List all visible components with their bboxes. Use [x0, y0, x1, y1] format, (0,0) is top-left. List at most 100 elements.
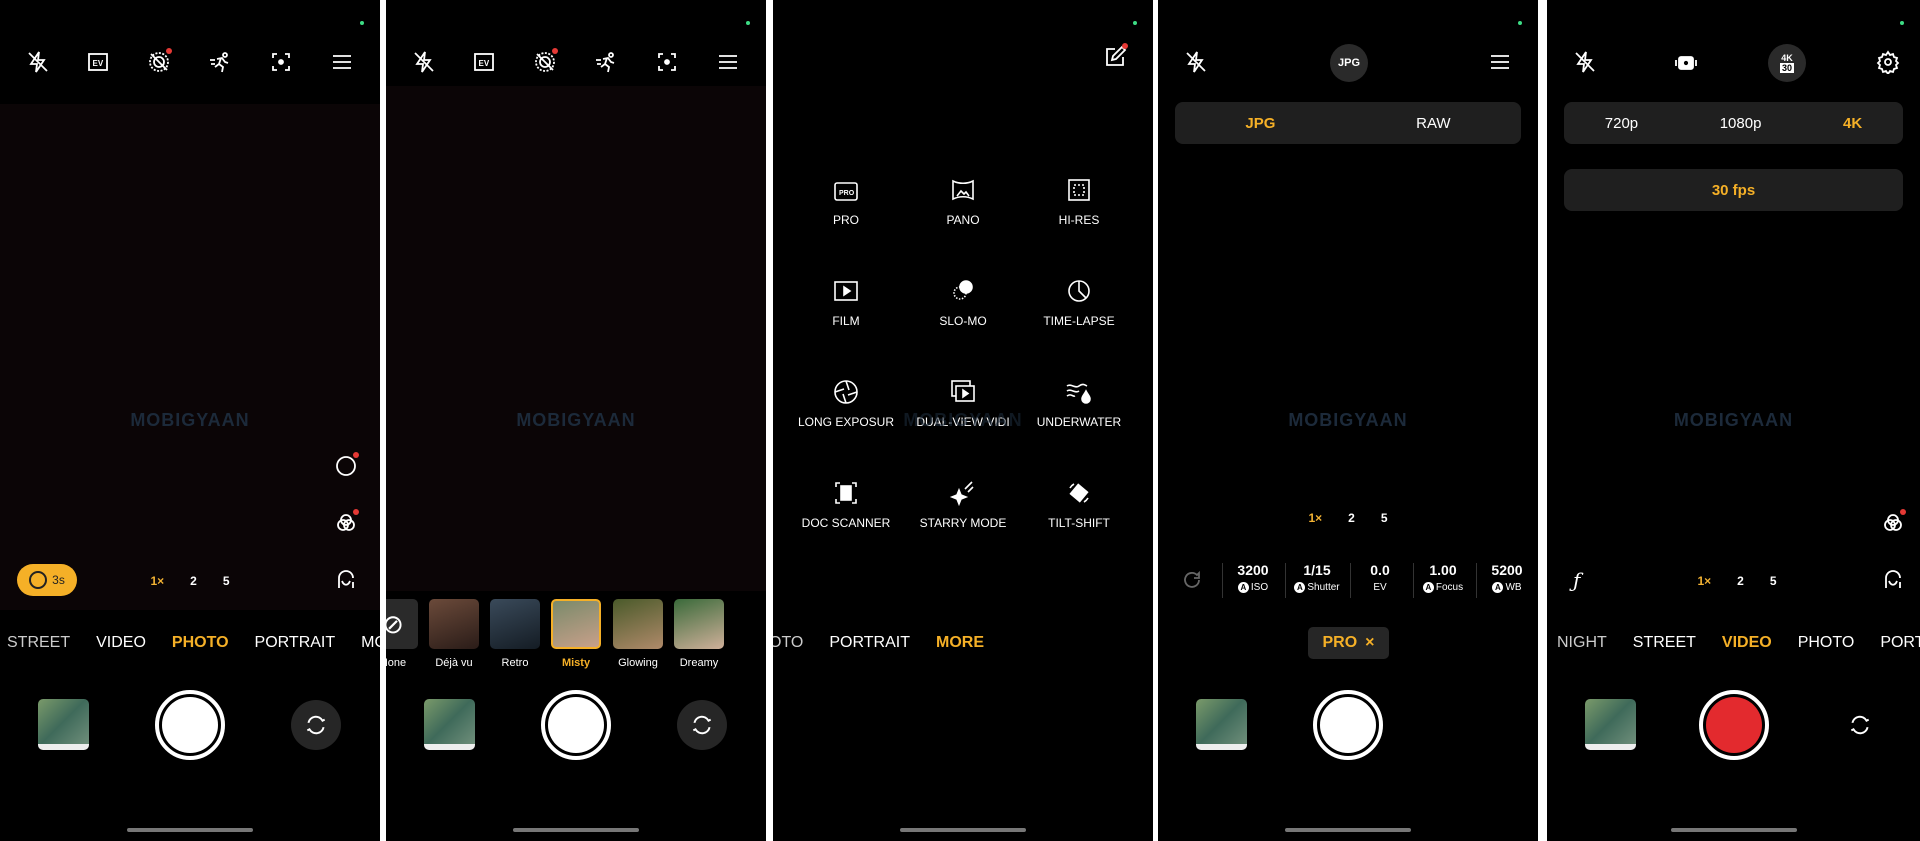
param-focus[interactable]: 1.00 A Focus — [1413, 562, 1473, 593]
gallery-thumbnail[interactable] — [38, 699, 89, 750]
flash-off-icon[interactable] — [1571, 48, 1599, 76]
zoom-2x[interactable]: 2 — [1348, 511, 1355, 525]
resolution-selector[interactable]: 720p 1080p 4K — [1564, 102, 1903, 144]
live-photo-off-icon[interactable] — [531, 48, 559, 76]
zoom-1x[interactable]: 1× — [1697, 574, 1711, 588]
motion-icon[interactable] — [206, 48, 234, 76]
filter-glowing[interactable]: Glowing — [613, 599, 663, 669]
mode-starry[interactable]: STARRY MODE — [903, 478, 1023, 530]
mode-pano[interactable]: PANO — [903, 175, 1023, 227]
filter-misty[interactable]: Misty — [551, 599, 601, 669]
switch-camera-button[interactable] — [291, 700, 341, 750]
home-indicator[interactable] — [900, 828, 1026, 832]
ev-icon[interactable]: EV — [84, 48, 112, 76]
flash-off-icon[interactable] — [24, 48, 52, 76]
filter-dreamy[interactable]: Dreamy — [674, 599, 724, 669]
home-indicator[interactable] — [1670, 828, 1797, 832]
live-photo-off-icon[interactable] — [145, 48, 173, 76]
filter-deja-vu[interactable]: Déjà vu — [429, 599, 479, 669]
reset-icon[interactable] — [1178, 566, 1206, 594]
flash-off-icon[interactable] — [410, 48, 438, 76]
zoom-1x[interactable]: 1× — [150, 574, 164, 588]
focus-frame-icon[interactable] — [653, 48, 681, 76]
gallery-thumbnail[interactable] — [1585, 699, 1636, 750]
format-selector[interactable]: JPG RAW — [1175, 102, 1521, 144]
shutter-button[interactable] — [541, 690, 611, 760]
filter-retro[interactable]: Retro — [490, 599, 540, 669]
zoom-1x[interactable]: 1× — [1308, 511, 1322, 525]
mode-more[interactable]: MORE — [361, 634, 380, 652]
mode-selector[interactable]: OTO PORTRAIT MORE — [773, 634, 984, 652]
mode-portrait[interactable]: PORTRAIT — [829, 634, 910, 652]
mode-photo[interactable]: OTO — [773, 634, 803, 652]
switch-camera-button[interactable] — [1835, 700, 1885, 750]
param-shutter[interactable]: 1/15 A Shutter — [1287, 562, 1347, 593]
shutter-button[interactable] — [155, 690, 225, 760]
mode-portrait[interactable]: PORTRA — [1880, 634, 1920, 652]
mode-video[interactable]: VIDEO — [1722, 634, 1772, 652]
mode-photo[interactable]: PHOTO — [1798, 634, 1855, 652]
mode-video[interactable]: VIDEO — [96, 634, 146, 652]
mode-pro[interactable]: PRO PRO — [786, 175, 906, 227]
video-quality-button[interactable]: 4K 30 — [1768, 44, 1806, 82]
menu-icon[interactable] — [714, 48, 742, 76]
portrait-retouch-icon[interactable] — [332, 566, 360, 594]
fps-selector[interactable]: 30 fps — [1564, 169, 1903, 211]
home-indicator[interactable] — [1285, 828, 1411, 832]
switch-camera-button[interactable] — [677, 700, 727, 750]
mode-selector[interactable]: STREET VIDEO PHOTO PORTRAIT MORE — [7, 634, 380, 652]
flash-off-icon[interactable] — [1182, 48, 1210, 76]
fps-option[interactable]: 30 fps — [1712, 182, 1755, 199]
zoom-2x[interactable]: 2 — [1737, 574, 1744, 588]
resolution-1080p[interactable]: 1080p — [1720, 115, 1762, 132]
gallery-thumbnail[interactable] — [424, 699, 475, 750]
zoom-2x[interactable]: 2 — [190, 574, 197, 588]
format-jpg[interactable]: JPG — [1245, 115, 1275, 132]
settings-gear-icon[interactable] — [1874, 48, 1902, 76]
mode-selector[interactable]: NIGHT STREET VIDEO PHOTO PORTRA — [1557, 634, 1920, 652]
menu-icon[interactable] — [1486, 48, 1514, 76]
ev-icon[interactable]: EV — [470, 48, 498, 76]
filter-icon[interactable] — [1879, 509, 1907, 537]
viewfinder[interactable] — [0, 104, 380, 610]
motion-icon[interactable] — [592, 48, 620, 76]
param-iso[interactable]: 3200 A ISO — [1223, 562, 1283, 593]
night-timer-button[interactable]: 3s — [17, 564, 77, 596]
mode-slo-mo[interactable]: SLO-MO — [903, 276, 1023, 328]
pro-mode-chip[interactable]: PRO × — [1308, 627, 1389, 659]
mode-hi-res[interactable]: HI-RES — [1019, 175, 1139, 227]
mode-photo[interactable]: PHOTO — [172, 634, 229, 652]
zoom-5x[interactable]: 5 — [1381, 511, 1388, 525]
viewfinder[interactable] — [386, 86, 766, 591]
mode-film[interactable]: FILM — [786, 276, 906, 328]
filter-icon[interactable] — [332, 509, 360, 537]
mode-street[interactable]: STREET — [1633, 634, 1696, 652]
mode-time-lapse[interactable]: TIME-LAPSE — [1019, 276, 1139, 328]
close-icon[interactable]: × — [1365, 634, 1374, 652]
stabilization-icon[interactable] — [1672, 48, 1700, 76]
zoom-5x[interactable]: 5 — [1770, 574, 1777, 588]
format-badge-button[interactable]: JPG — [1330, 44, 1368, 82]
param-wb[interactable]: 5200 A WB — [1477, 562, 1537, 593]
home-indicator[interactable] — [127, 828, 253, 832]
mode-portrait[interactable]: PORTRAIT — [255, 634, 336, 652]
gallery-thumbnail[interactable] — [1196, 699, 1247, 750]
menu-icon[interactable] — [328, 48, 356, 76]
shutter-button[interactable] — [1313, 690, 1383, 760]
mode-street[interactable]: STREET — [7, 634, 70, 652]
record-button[interactable] — [1698, 690, 1769, 760]
mode-more[interactable]: MORE — [936, 634, 984, 652]
focus-frame-icon[interactable] — [267, 48, 295, 76]
log-icon[interactable]: ƒ — [1573, 568, 1580, 592]
zoom-5x[interactable]: 5 — [223, 574, 230, 588]
resolution-720p[interactable]: 720p — [1605, 115, 1638, 132]
filter-none[interactable]: ⊘None — [386, 599, 418, 669]
format-raw[interactable]: RAW — [1416, 115, 1450, 132]
mode-tilt-shift[interactable]: TILT-SHIFT — [1019, 478, 1139, 530]
home-indicator[interactable] — [513, 828, 639, 832]
portrait-retouch-icon[interactable] — [1879, 566, 1907, 594]
mode-doc-scanner[interactable]: DOC SCANNER — [786, 478, 906, 530]
resolution-4k[interactable]: 4K — [1843, 115, 1862, 132]
edit-icon[interactable] — [1101, 43, 1129, 71]
mode-night[interactable]: NIGHT — [1557, 634, 1607, 652]
